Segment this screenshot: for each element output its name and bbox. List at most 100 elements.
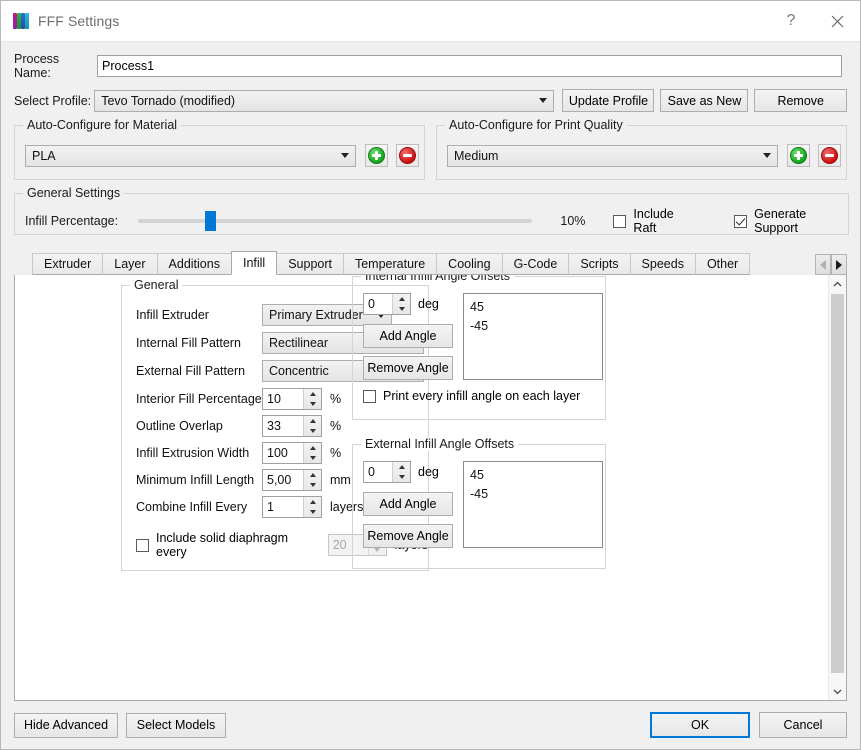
ok-button[interactable]: OK <box>650 712 750 738</box>
stepper-up-icon[interactable] <box>393 294 410 304</box>
select-profile-combo[interactable]: Tevo Tornado (modified) <box>94 89 555 112</box>
stepper-down-icon[interactable] <box>393 304 410 314</box>
combine-infill-every-input[interactable] <box>263 497 303 517</box>
tab-other[interactable]: Other <box>694 253 751 275</box>
stepper-down-icon[interactable] <box>393 472 410 482</box>
internal-offsets-title: Internal Infill Angle Offsets <box>361 275 514 283</box>
stepper-down-icon[interactable] <box>304 399 321 409</box>
help-button[interactable]: ? <box>768 2 814 41</box>
stepper-up-icon[interactable] <box>304 443 321 453</box>
stepper-down-icon[interactable] <box>304 480 321 490</box>
internal-offsets-group: Internal Infill Angle Offsets deg <box>352 275 606 420</box>
generate-support-checkbox[interactable]: Generate Support <box>734 207 848 235</box>
add-quality-button[interactable] <box>787 144 810 167</box>
stepper-down-icon[interactable] <box>304 426 321 436</box>
update-profile-button[interactable]: Update Profile <box>562 89 655 112</box>
general-settings-section: General Settings Infill Percentage: 10% … <box>14 186 849 235</box>
stepper-up-icon[interactable] <box>304 470 321 480</box>
select-profile-row: Select Profile: Tevo Tornado (modified) … <box>14 89 847 112</box>
internal-angle-stepper[interactable] <box>363 293 411 315</box>
minus-circle-icon <box>399 147 416 164</box>
cancel-button[interactable]: Cancel <box>759 712 847 738</box>
quality-combo[interactable]: Medium <box>447 144 778 167</box>
stepper-down-icon[interactable] <box>304 453 321 463</box>
minimum-infill-length-label: Minimum Infill Length <box>136 473 255 487</box>
infill-extrusion-width-label: Infill Extrusion Width <box>136 446 250 460</box>
internal-remove-angle-button[interactable]: Remove Angle <box>363 356 453 380</box>
auto-configure-row: Auto-Configure for Material PLA Auto-Con… <box>1 118 860 180</box>
external-offsets-title: External Infill Angle Offsets <box>361 437 519 451</box>
outline-overlap-stepper[interactable] <box>262 415 322 437</box>
tab-support[interactable]: Support <box>276 253 344 275</box>
stepper-buttons[interactable] <box>303 416 321 436</box>
material-combo[interactable]: PLA <box>25 144 356 167</box>
scrollbar-track[interactable] <box>829 292 846 683</box>
tab-scroll-left-icon[interactable] <box>815 254 831 275</box>
stepper-buttons[interactable] <box>303 497 321 517</box>
tab-scroll-right-icon[interactable] <box>831 254 847 275</box>
remove-material-button[interactable] <box>396 144 419 167</box>
remove-quality-button[interactable] <box>818 144 841 167</box>
internal-add-angle-button[interactable]: Add Angle <box>363 324 453 348</box>
external-angle-list[interactable]: 45 -45 <box>463 461 603 548</box>
dialog-footer: Hide Advanced Select Models OK Cancel <box>1 701 860 749</box>
scrollbar-thumb[interactable] <box>831 294 844 674</box>
minimum-infill-length-input[interactable] <box>263 470 303 490</box>
scroll-down-icon[interactable] <box>829 683 846 700</box>
diaphragm-checkbox[interactable]: Include solid diaphragm every <box>136 531 319 559</box>
stepper-up-icon[interactable] <box>304 497 321 507</box>
slider-handle[interactable] <box>204 211 216 231</box>
tab-cooling[interactable]: Cooling <box>436 253 503 275</box>
combine-infill-every-stepper[interactable] <box>262 496 322 518</box>
remove-profile-button[interactable]: Remove <box>754 89 847 112</box>
save-as-new-button[interactable]: Save as New <box>660 89 749 112</box>
include-raft-checkbox[interactable]: Include Raft <box>613 207 696 235</box>
select-models-button[interactable]: Select Models <box>126 712 226 738</box>
tab-additions[interactable]: Additions <box>156 253 232 275</box>
infill-extrusion-width-stepper[interactable] <box>262 442 322 464</box>
external-angle-input[interactable] <box>364 462 392 482</box>
interior-fill-percentage-input[interactable] <box>263 389 303 409</box>
internal-angle-row: deg <box>363 293 457 315</box>
list-item[interactable]: 45 <box>470 298 596 317</box>
stepper-buttons[interactable] <box>392 294 410 314</box>
external-angle-stepper[interactable] <box>363 461 411 483</box>
stepper-buttons[interactable] <box>303 389 321 409</box>
external-add-angle-button[interactable]: Add Angle <box>363 492 453 516</box>
stepper-up-icon[interactable] <box>304 416 321 426</box>
vertical-scrollbar[interactable] <box>828 275 846 700</box>
list-item[interactable]: -45 <box>470 317 596 336</box>
external-remove-angle-button[interactable]: Remove Angle <box>363 524 453 548</box>
add-material-button[interactable] <box>365 144 388 167</box>
tab-extruder[interactable]: Extruder <box>32 253 104 275</box>
infill-extrusion-width-input[interactable] <box>263 443 303 463</box>
close-icon[interactable] <box>814 2 860 41</box>
tab-scripts[interactable]: Scripts <box>568 253 631 275</box>
interior-fill-percentage-label: Interior Fill Percentage <box>136 392 262 406</box>
stepper-up-icon[interactable] <box>393 462 410 472</box>
internal-angle-list[interactable]: 45 -45 <box>463 293 603 380</box>
stepper-up-icon[interactable] <box>304 389 321 399</box>
list-item[interactable]: -45 <box>470 485 596 504</box>
include-raft-label: Include Raft <box>633 207 674 235</box>
stepper-down-icon[interactable] <box>304 507 321 517</box>
tab-layer[interactable]: Layer <box>102 253 158 275</box>
stepper-buttons[interactable] <box>303 470 321 490</box>
internal-angle-input[interactable] <box>364 294 392 314</box>
print-every-angle-checkbox[interactable]: Print every infill angle on each layer <box>363 389 580 403</box>
stepper-buttons[interactable] <box>303 443 321 463</box>
outline-overlap-input[interactable] <box>263 416 303 436</box>
minimum-infill-length-stepper[interactable] <box>262 469 322 491</box>
process-name-input[interactable] <box>97 55 842 77</box>
tab-infill[interactable]: Infill <box>230 251 278 275</box>
hide-advanced-button[interactable]: Hide Advanced <box>14 712 118 738</box>
interior-fill-percentage-stepper[interactable] <box>262 388 322 410</box>
tab-speeds[interactable]: Speeds <box>629 253 696 275</box>
stepper-buttons[interactable] <box>392 462 410 482</box>
tab-temperature[interactable]: Temperature <box>342 253 438 275</box>
infill-percentage-slider[interactable] <box>137 211 532 231</box>
tab-body: General Infill Extruder Primary Extruder… <box>14 275 847 701</box>
tab-gcode[interactable]: G-Code <box>501 253 570 275</box>
scroll-up-icon[interactable] <box>829 275 846 292</box>
list-item[interactable]: 45 <box>470 466 596 485</box>
